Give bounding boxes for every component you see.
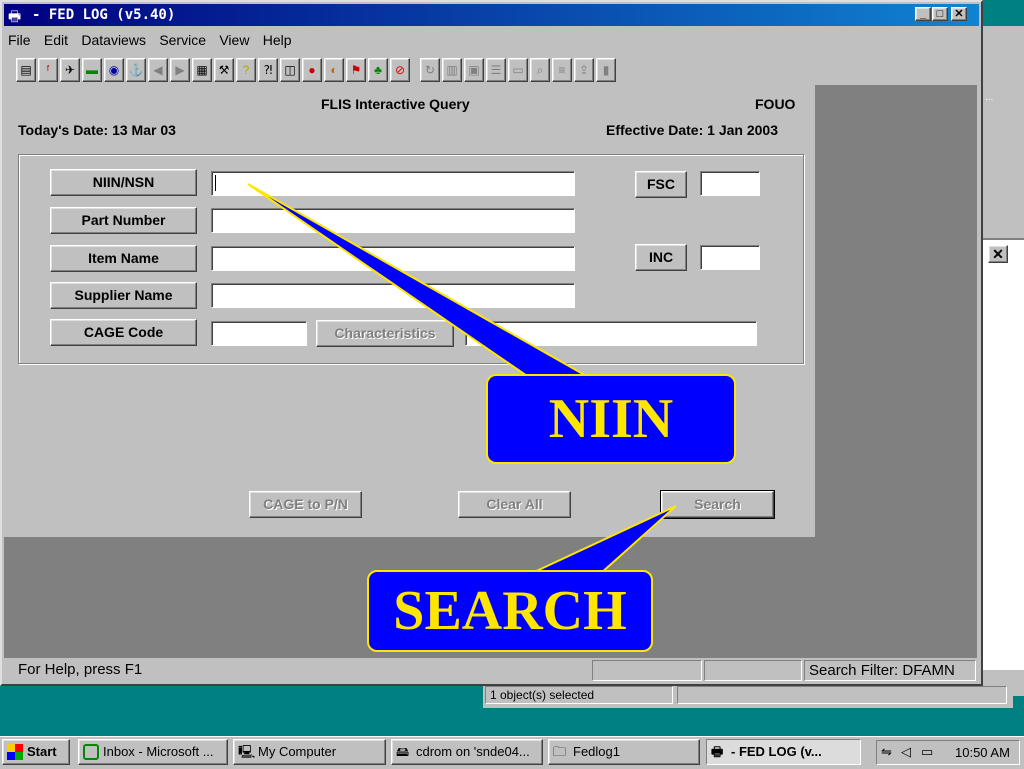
monitor-icon[interactable]: ▭ — [921, 744, 933, 760]
task-my-computer[interactable]: 🖳 My Computer — [233, 739, 386, 765]
niin-callout-pointer — [247, 183, 594, 379]
outlook-icon — [83, 744, 99, 760]
folder-icon: 🗀 — [553, 744, 567, 759]
computer-icon: 🖳 — [238, 744, 256, 759]
system-tray: ⇋ ◁ ▭ 10:50 AM — [876, 740, 1020, 765]
task-my-computer-label: My Computer — [258, 744, 337, 759]
start-button[interactable]: Start — [2, 739, 70, 765]
taskbar: Start Inbox - Microsoft ... 🖳 My Compute… — [0, 736, 1024, 769]
windows-logo-icon — [7, 744, 23, 760]
task-inbox-label: Inbox - Microsoft ... — [103, 744, 214, 759]
search-callout-pointer — [529, 505, 677, 575]
network-icon[interactable]: ⇋ — [881, 744, 892, 760]
start-label: Start — [27, 744, 57, 759]
app-icon: 🖶 — [711, 744, 724, 759]
network-drive-icon: 🖴 — [396, 744, 410, 759]
task-fedlog-active[interactable]: 🖶 - FED LOG (v... — [706, 739, 861, 765]
clock[interactable]: 10:50 AM — [955, 745, 1010, 760]
task-cdrom[interactable]: 🖴 cdrom on 'snde04... — [391, 739, 543, 765]
task-fedlog1[interactable]: 🗀 Fedlog1 — [548, 739, 700, 765]
search-callout: SEARCH — [367, 570, 653, 652]
speaker-icon[interactable]: ◁ — [901, 744, 911, 760]
task-fedlog-label: - FED LOG (v... — [731, 744, 822, 759]
task-inbox[interactable]: Inbox - Microsoft ... — [78, 739, 228, 765]
task-fedlog1-label: Fedlog1 — [573, 744, 620, 759]
task-cdrom-label: cdrom on 'snde04... — [416, 744, 530, 759]
niin-callout: NIIN — [486, 374, 736, 464]
